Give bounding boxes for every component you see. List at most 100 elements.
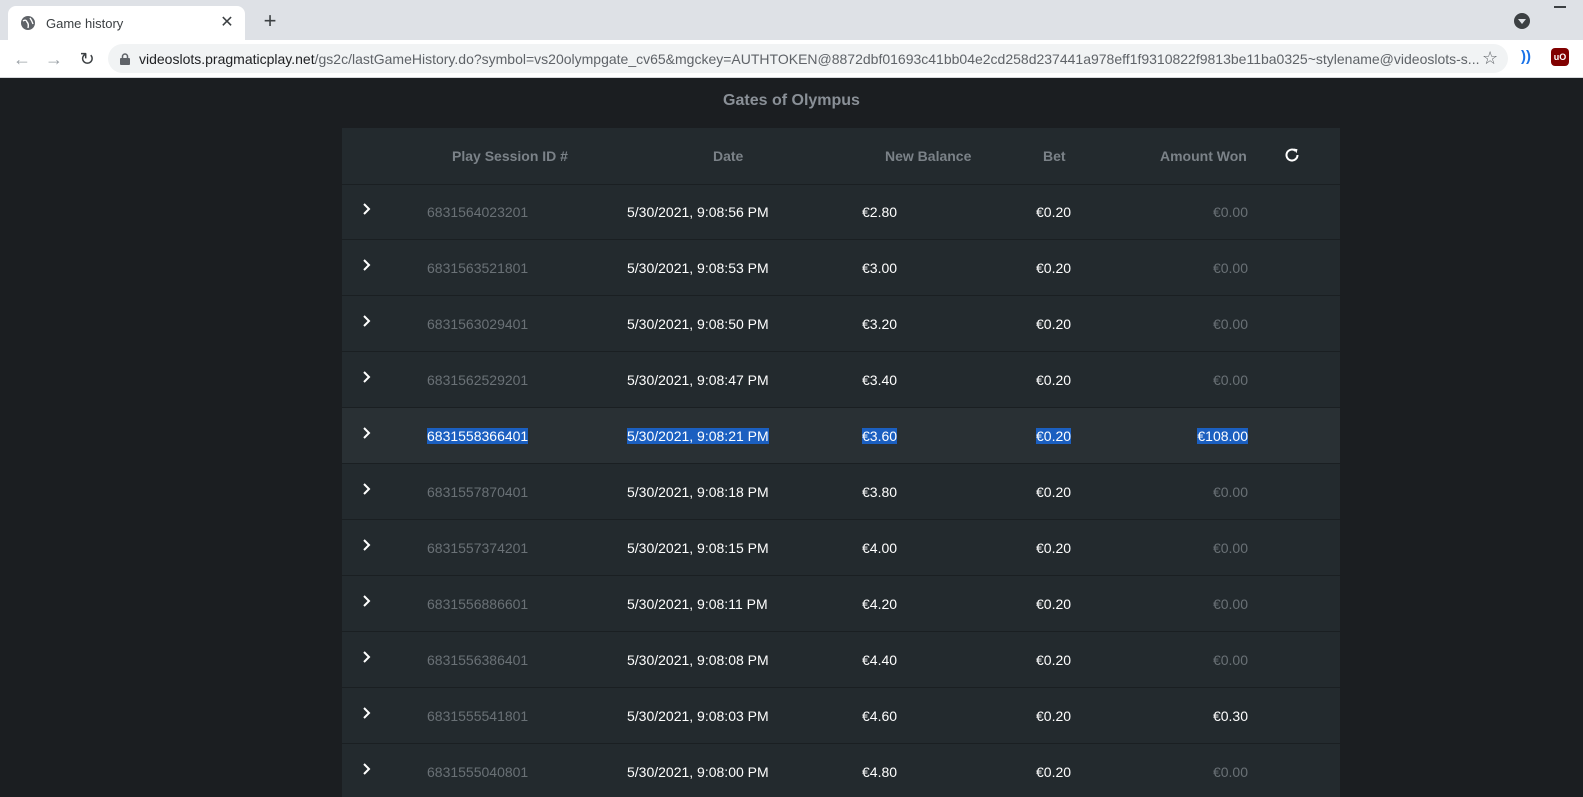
- chevron-right-icon[interactable]: [360, 650, 374, 664]
- new-balance: €3.80: [862, 484, 898, 500]
- extension-icon[interactable]: )): [1521, 48, 1531, 65]
- chevron-right-icon[interactable]: [360, 314, 374, 328]
- chevron-right-icon[interactable]: [360, 594, 374, 608]
- table-row[interactable]: 6831557374201 5/30/2021, 9:08:15 PM €4.00 €…: [342, 520, 1340, 576]
- date: 5/30/2021, 9:08:56 PM: [627, 204, 769, 220]
- new-balance: €3.40: [862, 372, 898, 388]
- new-balance: €4.80: [862, 764, 898, 780]
- bookmark-star-icon[interactable]: ☆: [1482, 48, 1498, 69]
- refresh-icon[interactable]: [1283, 146, 1301, 164]
- session-id: 6831556886601: [427, 596, 529, 612]
- date: 5/30/2021, 9:08:15 PM: [627, 540, 769, 556]
- table-row[interactable]: 6831563029401 5/30/2021, 9:08:50 PM €3.20 €…: [342, 296, 1340, 352]
- amount-won: €0.00: [1212, 484, 1248, 500]
- session-id: 6831564023201: [427, 204, 529, 220]
- table-row[interactable]: 6831557870401 5/30/2021, 9:08:18 PM €3.80 €…: [342, 464, 1340, 520]
- session-id: 6831555040801: [427, 764, 529, 780]
- chevron-right-icon[interactable]: [360, 706, 374, 720]
- header-new-balance: New Balance: [885, 148, 972, 164]
- new-balance: €3.20: [862, 316, 898, 332]
- table-row[interactable]: 6831556386401 5/30/2021, 9:08:08 PM €4.40 €…: [342, 632, 1340, 688]
- globe-icon: [21, 16, 35, 30]
- table-row[interactable]: 6831563521801 5/30/2021, 9:08:53 PM €3.00 €…: [342, 240, 1340, 296]
- chevron-right-icon[interactable]: [360, 762, 374, 776]
- lock-icon: [120, 52, 130, 65]
- date: 5/30/2021, 9:08:08 PM: [627, 652, 769, 668]
- bet: €0.20: [1036, 708, 1072, 724]
- session-id: 6831557374201: [427, 540, 529, 556]
- header-amount-won: Amount Won: [1160, 148, 1247, 164]
- bet: €0.20: [1036, 540, 1072, 556]
- amount-won: €0.00: [1212, 652, 1248, 668]
- new-balance: €4.40: [862, 652, 898, 668]
- url-path: /gs2c/lastGameHistory.do?symbol=vs20olym…: [314, 50, 1479, 67]
- browser-tab[interactable]: Game history ✕: [8, 6, 245, 40]
- table-row[interactable]: 6831556886601 5/30/2021, 9:08:11 PM €4.20 €…: [342, 576, 1340, 632]
- chevron-right-icon[interactable]: [360, 482, 374, 496]
- amount-won: €108.00: [1197, 428, 1248, 444]
- close-tab-icon[interactable]: ✕: [219, 15, 235, 31]
- date: 5/30/2021, 9:08:18 PM: [627, 484, 769, 500]
- back-icon[interactable]: ←: [11, 48, 33, 70]
- table-row[interactable]: 6831562529201 5/30/2021, 9:08:47 PM €3.40 €…: [342, 352, 1340, 408]
- session-id: 6831556386401: [427, 652, 529, 668]
- bet: €0.20: [1036, 316, 1072, 332]
- address-bar[interactable]: videoslots.pragmaticplay.net/gs2c/lastGa…: [108, 44, 1508, 73]
- date: 5/30/2021, 9:08:47 PM: [627, 372, 769, 388]
- bet: €0.20: [1036, 764, 1072, 780]
- new-balance: €4.60: [862, 708, 898, 724]
- bet: €0.20: [1036, 596, 1072, 612]
- chevron-right-icon[interactable]: [360, 538, 374, 552]
- table-row[interactable]: 6831555040801 5/30/2021, 9:08:00 PM €4.80 €…: [342, 744, 1340, 797]
- minimize-window-icon[interactable]: [1554, 6, 1566, 8]
- forward-icon[interactable]: →: [43, 48, 65, 70]
- new-balance: €3.00: [862, 260, 898, 276]
- header-session-id: Play Session ID #: [452, 148, 568, 164]
- bet: €0.20: [1036, 372, 1072, 388]
- amount-won: €0.00: [1212, 204, 1248, 220]
- tab-search-icon[interactable]: [1514, 13, 1530, 29]
- bet: €0.20: [1036, 484, 1072, 500]
- amount-won: €0.00: [1212, 260, 1248, 276]
- chevron-right-icon[interactable]: [360, 426, 374, 440]
- chevron-right-icon[interactable]: [360, 202, 374, 216]
- ublock-icon[interactable]: uO: [1551, 48, 1569, 66]
- table-row[interactable]: 6831564023201 5/30/2021, 9:08:56 PM €2.80 €…: [342, 184, 1340, 240]
- bet: €0.20: [1036, 652, 1072, 668]
- header-date: Date: [713, 148, 744, 164]
- reload-icon[interactable]: ↻: [76, 48, 98, 70]
- date: 5/30/2021, 9:08:03 PM: [627, 708, 769, 724]
- amount-won: €0.00: [1212, 540, 1248, 556]
- bet: €0.20: [1036, 428, 1072, 444]
- date: 5/30/2021, 9:08:50 PM: [627, 316, 769, 332]
- date: 5/30/2021, 9:08:00 PM: [627, 764, 769, 780]
- url-text: videoslots.pragmaticplay.net/gs2c/lastGa…: [139, 51, 1479, 67]
- amount-won: €0.00: [1212, 596, 1248, 612]
- date: 5/30/2021, 9:08:53 PM: [627, 260, 769, 276]
- bet: €0.20: [1036, 204, 1072, 220]
- new-tab-icon[interactable]: +: [258, 9, 282, 33]
- date: 5/30/2021, 9:08:21 PM: [627, 428, 769, 444]
- chevron-right-icon[interactable]: [360, 370, 374, 384]
- new-balance: €4.00: [862, 540, 898, 556]
- url-host: videoslots.pragmaticplay.net: [139, 50, 315, 67]
- session-id: 6831555541801: [427, 708, 529, 724]
- amount-won: €0.00: [1212, 372, 1248, 388]
- page-title: Gates of Olympus: [723, 92, 860, 109]
- amount-won: €0.00: [1212, 316, 1248, 332]
- bet: €0.20: [1036, 260, 1072, 276]
- amount-won: €0.30: [1212, 708, 1248, 724]
- history-panel: Play Session ID # Date New Balance Bet A…: [342, 128, 1340, 797]
- header-bet: Bet: [1043, 148, 1066, 164]
- table-row[interactable]: 6831558366401 5/30/2021, 9:08:21 PM €3.60 €…: [342, 408, 1340, 464]
- new-balance: €4.20: [862, 596, 898, 612]
- new-balance: €3.60: [862, 428, 898, 444]
- chevron-right-icon[interactable]: [360, 258, 374, 272]
- session-id: 6831563521801: [427, 260, 529, 276]
- date: 5/30/2021, 9:08:11 PM: [627, 596, 768, 612]
- table-row[interactable]: 6831555541801 5/30/2021, 9:08:03 PM €4.60 €…: [342, 688, 1340, 744]
- session-id: 6831558366401: [427, 428, 529, 444]
- session-id: 6831563029401: [427, 316, 529, 332]
- session-id: 6831557870401: [427, 484, 529, 500]
- browser-tabstrip: Game history ✕ +: [0, 0, 1583, 40]
